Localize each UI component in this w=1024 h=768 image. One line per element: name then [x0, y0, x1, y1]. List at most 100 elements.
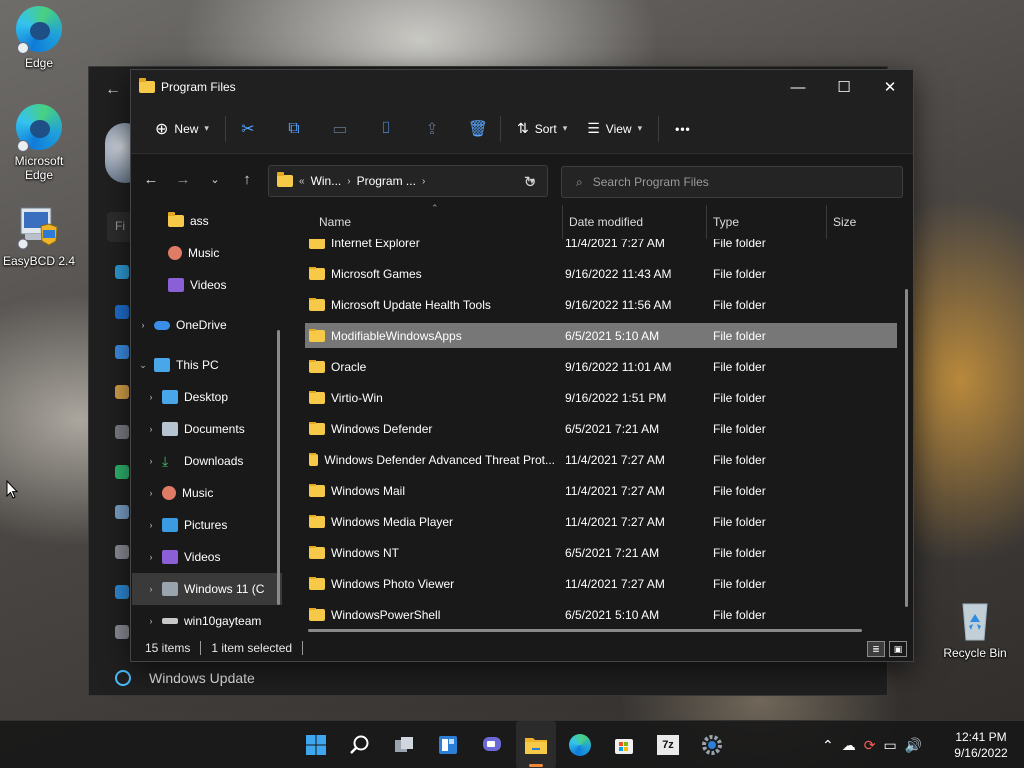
chevron-right-icon[interactable]: ›	[140, 616, 162, 626]
desktop-icon-microsoft-edge[interactable]: Microsoft Edge	[2, 104, 76, 182]
store-icon[interactable]	[604, 721, 644, 768]
search-input[interactable]: ⌕ Search Program Files	[561, 166, 903, 198]
chevron-down-icon[interactable]: ⌄	[132, 360, 154, 371]
task-view-icon[interactable]	[384, 721, 424, 768]
back-icon[interactable]: ←	[135, 163, 167, 195]
apps-icon[interactable]	[115, 425, 129, 439]
breadcrumb-windows[interactable]: Win...	[311, 174, 342, 188]
nav-item-desktop[interactable]: › Desktop	[132, 381, 282, 413]
personalization-icon[interactable]	[115, 385, 129, 399]
teams-chat-icon[interactable]	[472, 721, 512, 768]
nav-item-this-pc[interactable]: ⌄ This PC	[132, 349, 282, 381]
chevron-right-icon[interactable]: ›	[422, 176, 425, 187]
maximize-button[interactable]: ☐	[821, 70, 867, 104]
cut-icon[interactable]: ✂	[232, 113, 264, 145]
table-row[interactable]: Microsoft Games 9/16/2022 11:43 AM File fo…	[305, 261, 897, 286]
nav-item-windows-11-c[interactable]: › Windows 11 (C	[132, 573, 282, 605]
chevron-right-icon[interactable]: ›	[140, 520, 162, 530]
widgets-icon[interactable]	[428, 721, 468, 768]
refresh-icon[interactable]: ↻	[514, 166, 546, 198]
minimize-button[interactable]: —	[775, 70, 821, 104]
table-row[interactable]: Microsoft Update Health Tools 9/16/2022 1…	[305, 292, 897, 317]
table-row[interactable]: WindowsPowerShell 6/5/2021 5:10 AM File fo…	[305, 602, 897, 627]
view-button[interactable]: ☰ View ▾	[577, 113, 652, 145]
table-row[interactable]: Windows Photo Viewer 11/4/2021 7:27 AM Fil…	[305, 571, 897, 596]
close-button[interactable]: ✕	[867, 70, 913, 104]
show-hidden-icons-icon[interactable]: ⌃	[822, 737, 834, 754]
share-icon[interactable]: ⇪	[416, 113, 448, 145]
table-row[interactable]: Oracle 9/16/2022 11:01 AM File folder	[305, 354, 897, 379]
rename-icon[interactable]: ⌷	[370, 113, 402, 145]
edge-icon[interactable]	[560, 721, 600, 768]
sidebar-item-windows-update[interactable]: Windows Update	[115, 670, 255, 686]
recent-locations-icon[interactable]: ⌄	[199, 163, 231, 195]
nav-item-downloads[interactable]: › ⤓ Downloads	[132, 445, 282, 477]
desktop-icon-easybcd[interactable]: EasyBCD 2.4	[2, 204, 76, 268]
new-button[interactable]: ⊕ New ▾	[145, 113, 219, 145]
table-row[interactable]: ModifiableWindowsApps 6/5/2021 5:10 AM Fil…	[305, 323, 897, 348]
nav-item-pictures[interactable]: › Pictures	[132, 509, 282, 541]
nav-item-videos[interactable]: › Videos	[132, 541, 282, 573]
gaming-icon[interactable]	[115, 545, 129, 559]
nav-item-onedrive[interactable]: › OneDrive	[132, 309, 282, 341]
chevron-right-icon[interactable]: ›	[347, 176, 350, 187]
chevron-right-icon[interactable]: ›	[140, 552, 162, 562]
nav-item-music[interactable]: › Music	[132, 477, 282, 509]
privacy-icon[interactable]	[115, 625, 129, 639]
chevron-right-icon[interactable]: ›	[132, 320, 154, 330]
7zip-icon[interactable]: 7z	[648, 721, 688, 768]
system-icon[interactable]	[115, 265, 129, 279]
address-bar[interactable]: « Win... › Program ... › ▾	[268, 165, 548, 197]
large-icons-view-icon[interactable]: ▣	[889, 641, 907, 657]
title-bar[interactable]: Program Files — ☐ ✕	[131, 70, 913, 104]
chevron-right-icon[interactable]: ›	[140, 424, 162, 434]
column-header-type[interactable]: Type	[707, 205, 827, 239]
search-icon[interactable]	[340, 721, 380, 768]
chevron-right-icon[interactable]: ›	[140, 456, 162, 466]
time-language-icon[interactable]	[115, 505, 129, 519]
table-row[interactable]: Windows NT 6/5/2021 7:21 AM File folder	[305, 540, 897, 565]
column-header-size[interactable]: Size	[827, 205, 891, 239]
chevron-right-icon[interactable]: ›	[140, 392, 162, 402]
breadcrumb-program-files[interactable]: Program ...	[357, 174, 416, 188]
delete-icon[interactable]: 🗑	[462, 113, 494, 145]
nav-item-ass[interactable]: ass	[132, 205, 282, 237]
nav-item-documents[interactable]: › Documents	[132, 413, 282, 445]
desktop-icon-recycle-bin[interactable]: Recycle Bin	[938, 596, 1012, 660]
sync-error-icon[interactable]: ⟳	[864, 737, 876, 754]
nav-item-win10gayteam[interactable]: › win10gayteam	[132, 605, 282, 637]
nav-item-music[interactable]: Music	[132, 237, 282, 269]
paste-icon[interactable]: ▭	[324, 113, 356, 145]
chevron-right-icon[interactable]: ›	[140, 488, 162, 498]
column-header-name[interactable]: Name	[291, 205, 563, 239]
sort-button[interactable]: ⇅ Sort ▾	[507, 113, 577, 145]
settings-icon[interactable]	[692, 721, 732, 768]
column-header-date-modified[interactable]: Date modified	[563, 205, 707, 239]
accounts-icon[interactable]	[115, 465, 129, 479]
nav-item-videos[interactable]: Videos	[132, 269, 282, 301]
up-icon[interactable]: ↑	[231, 163, 263, 195]
more-options-button[interactable]: •••	[665, 113, 701, 145]
table-row[interactable]: Windows Media Player 11/4/2021 7:27 AM Fil…	[305, 509, 897, 534]
details-view-icon[interactable]: ≣	[867, 641, 885, 657]
horizontal-scrollbar[interactable]	[308, 629, 862, 632]
onedrive-icon[interactable]: ☁	[842, 737, 856, 754]
desktop-icon-edge[interactable]: Edge	[2, 6, 76, 70]
forward-icon[interactable]: →	[167, 163, 199, 195]
file-explorer-icon[interactable]	[516, 721, 556, 768]
network-icon[interactable]	[115, 345, 129, 359]
chevron-right-icon[interactable]: ›	[140, 584, 162, 594]
table-row[interactable]: Windows Defender Advanced Threat Prot...…	[305, 447, 897, 472]
clock[interactable]: 12:41 PM 9/16/2022	[946, 729, 1016, 761]
bluetooth-icon[interactable]	[115, 305, 129, 319]
accessibility-icon[interactable]	[115, 585, 129, 599]
table-row[interactable]: Windows Mail 11/4/2021 7:27 AM File folder	[305, 478, 897, 503]
volume-icon[interactable]: 🔊	[905, 737, 922, 754]
back-arrow-icon[interactable]: ←	[105, 81, 121, 99]
overflow-breadcrumb[interactable]: «	[299, 176, 305, 187]
table-row[interactable]: Virtio-Win 9/16/2022 1:51 PM File folder	[305, 385, 897, 410]
nav-pane-scrollbar[interactable]	[277, 330, 280, 605]
table-row[interactable]: Internet Explorer 11/4/2021 7:27 AM File f…	[305, 239, 897, 255]
table-row[interactable]: Windows Defender 6/5/2021 7:21 AM File fol…	[305, 416, 897, 441]
vertical-scrollbar[interactable]	[905, 289, 908, 607]
